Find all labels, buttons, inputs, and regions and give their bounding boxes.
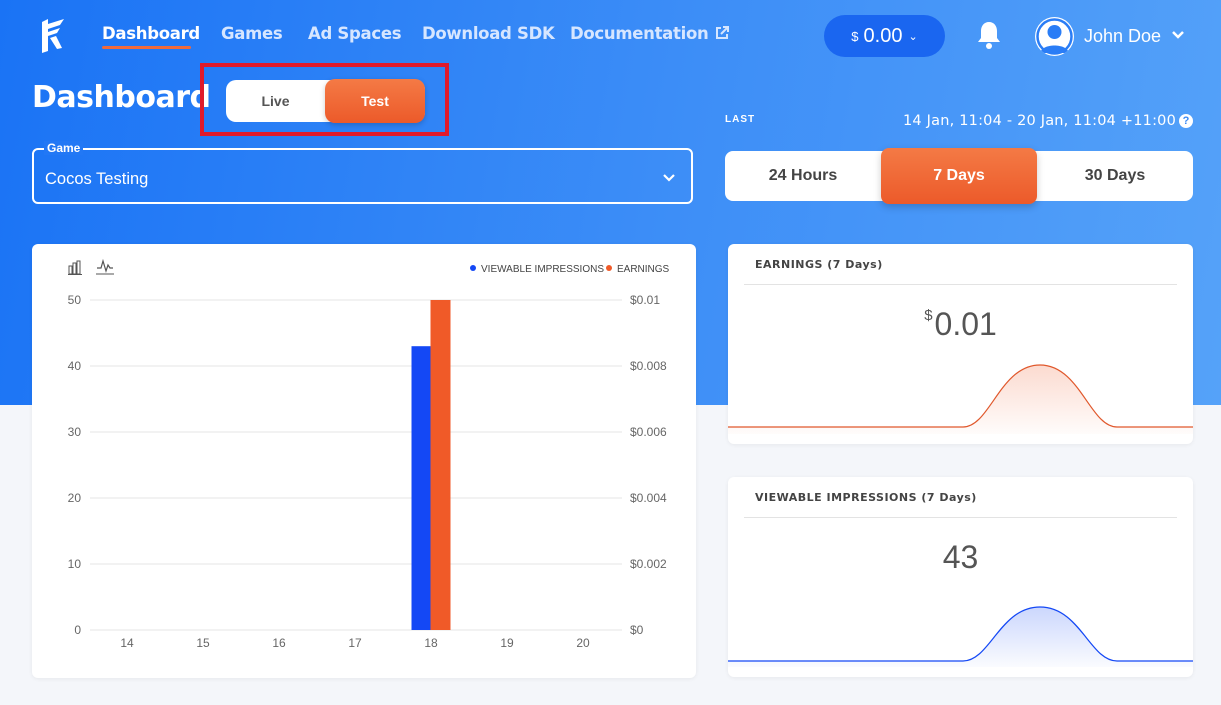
earnings-value-wrap: $0.01 — [728, 306, 1193, 343]
nav-active-indicator — [102, 46, 191, 49]
y-left-tick-label: 30 — [68, 425, 82, 439]
x-tick-label: 20 — [576, 636, 590, 650]
impressions-bar — [411, 346, 431, 630]
legend-earnings-label: EARNINGS — [617, 264, 670, 275]
impressions-title: VIEWABLE IMPRESSIONS (7 Days) — [755, 491, 977, 504]
x-tick-label: 18 — [424, 636, 438, 650]
earnings-card: EARNINGS (7 Days) $0.01 — [728, 244, 1193, 444]
legend-impressions-label: VIEWABLE IMPRESSIONS — [481, 264, 604, 275]
range-tab-30-days[interactable]: 30 Days — [1037, 151, 1193, 201]
nav-documentation-label: Documentation — [570, 24, 709, 43]
avatar[interactable] — [1035, 17, 1074, 56]
nav-download-sdk[interactable]: Download SDK — [422, 24, 555, 43]
range-tab-24-hours[interactable]: 24 Hours — [725, 151, 881, 201]
earnings-title: EARNINGS (7 Days) — [755, 258, 883, 271]
bar-chart: 0 10 20 30 40 50 $0 $0.002 $0.004 $0.006 $0.008 $0.… — [68, 258, 670, 650]
external-link-icon — [715, 26, 729, 39]
y-left-tick-label: 0 — [74, 623, 81, 637]
y-left-tick-label: 10 — [68, 557, 82, 571]
nav-documentation[interactable]: Documentation — [570, 24, 730, 43]
nav-dashboard[interactable]: Dashboard — [102, 24, 200, 43]
bell-icon[interactable] — [976, 20, 1002, 50]
x-tick-label: 16 — [272, 636, 286, 650]
y-right-tick-label: $0.008 — [630, 359, 667, 373]
legend-impressions-dot — [470, 265, 476, 271]
divider — [744, 517, 1177, 518]
x-tick-label: 19 — [500, 636, 514, 650]
balance-dropdown[interactable]: $ 0.00 ⌄ — [824, 15, 945, 57]
game-select[interactable]: Game Cocos Testing — [32, 141, 693, 204]
mode-toggle: Live Test — [226, 79, 425, 123]
impressions-card: VIEWABLE IMPRESSIONS (7 Days) 43 — [728, 477, 1193, 677]
mode-live-button[interactable]: Live — [226, 80, 325, 122]
balance-amount: 0.00 — [863, 24, 903, 47]
range-tabs: 24 Hours 7 Days 30 Days — [725, 148, 1193, 204]
earnings-bar — [430, 300, 451, 630]
last-label: LAST — [725, 114, 756, 125]
y-left-tick-label: 50 — [68, 293, 82, 307]
y-right-tick-label: $0.002 — [630, 557, 667, 571]
line-chart-icon[interactable] — [97, 258, 113, 273]
range-tab-7-days[interactable]: 7 Days — [881, 148, 1037, 204]
earnings-value: 0.01 — [934, 306, 997, 342]
y-right-tick-label: $0.006 — [630, 425, 667, 439]
game-select-label: Game — [44, 141, 84, 155]
date-range-text: 14 Jan, 11:04 - 20 Jan, 11:04 +11:00 — [903, 113, 1177, 129]
balance-currency: $ — [851, 28, 859, 44]
y-left-tick-label: 20 — [68, 491, 82, 505]
x-tick-label: 15 — [196, 636, 210, 650]
chevron-down-icon — [663, 174, 675, 182]
chevron-down-icon[interactable] — [1171, 28, 1185, 42]
chart-card: 0 10 20 30 40 50 $0 $0.002 $0.004 $0.006 $0.008 $0.… — [32, 244, 696, 678]
divider — [744, 284, 1177, 285]
y-left-tick-label: 40 — [68, 359, 82, 373]
page-title: Dashboard — [32, 80, 211, 115]
nav-games[interactable]: Games — [221, 24, 283, 43]
brand-logo-icon[interactable] — [38, 18, 66, 54]
y-right-tick-label: $0.01 — [630, 293, 660, 307]
impressions-sparkline — [728, 606, 1193, 667]
y-right-tick-label: $0.004 — [630, 491, 667, 505]
chevron-down-icon: ⌄ — [908, 30, 918, 43]
mode-test-button[interactable]: Test — [325, 79, 425, 123]
question-circle-icon[interactable]: ? — [1179, 114, 1193, 128]
bar-chart-icon[interactable] — [68, 260, 82, 275]
impressions-value: 43 — [942, 539, 979, 575]
user-name[interactable]: John Doe — [1084, 26, 1161, 47]
nav-ad-spaces[interactable]: Ad Spaces — [308, 24, 402, 43]
top-nav: Dashboard Games Ad Spaces Download SDK D… — [0, 0, 1221, 70]
x-tick-label: 17 — [348, 636, 362, 650]
y-right-tick-label: $0 — [630, 623, 644, 637]
x-tick-label: 14 — [120, 636, 134, 650]
earnings-currency: $ — [924, 307, 933, 324]
earnings-sparkline — [728, 364, 1193, 434]
legend-earnings-dot — [606, 265, 612, 271]
user-icon — [1036, 18, 1073, 55]
game-select-value: Cocos Testing — [45, 170, 149, 188]
